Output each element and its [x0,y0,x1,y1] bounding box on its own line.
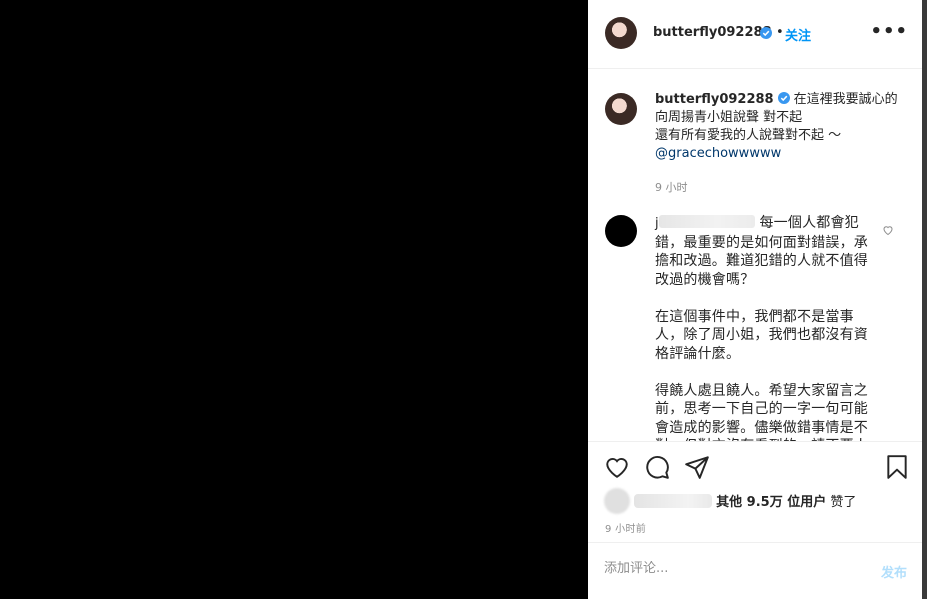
redacted-liker-name [634,494,712,508]
comment-bubble-icon[interactable] [644,454,670,480]
separator-dot: • [776,25,784,40]
redacted-username [658,215,755,228]
author-avatar[interactable] [605,17,637,49]
add-comment-input[interactable] [604,561,854,576]
follow-button[interactable]: 关注 [785,25,811,44]
author-username[interactable]: butterfly092288 [653,25,772,40]
comment-body: j 每一個人都會犯錯，最重要的是如何面對錯誤，承擔和改過。難道犯錯的人就不值得改… [655,214,869,441]
likes-summary[interactable]: 其他 9.5万 位用户 赞了 [634,491,856,510]
post-media[interactable] [0,0,588,599]
verified-badge-icon [760,27,772,39]
commenter-avatar[interactable] [605,215,637,247]
caption-timestamp[interactable]: 9 小时 [655,179,688,195]
post-comment-button[interactable]: 发布 [881,562,907,581]
comments-scroll-area[interactable]: butterfly092288 在這裡我要誠心的向周揚青小姐說聲 對不起 還有所有… [588,69,922,441]
post-side-panel: butterfly092288 • 关注 ••• butterfly092288… [588,0,922,599]
post-timestamp[interactable]: 9 小时前 [605,520,646,535]
save-bookmark-icon[interactable] [884,454,910,480]
comment-paragraph-3: 得饒人處且饒人。希望大家留言之前，思考一下自己的一字一句可能會造成的影響。儘樂做… [655,382,868,442]
post-actions-section: 其他 9.5万 位用户 赞了 9 小时前 发布 [588,441,922,600]
liker-avatar[interactable] [604,488,630,514]
caption-mention-link[interactable]: @gracechowwwww [655,146,781,161]
likes-count-text[interactable]: 其他 9.5万 位用户 [716,495,826,510]
post-header: butterfly092288 • 关注 ••• [588,0,922,69]
like-heart-icon[interactable] [604,454,630,480]
share-paper-plane-icon[interactable] [684,454,710,480]
likes-suffix: 赞了 [826,495,857,510]
background-overlay [922,0,927,599]
caption-username[interactable]: butterfly092288 [655,92,774,107]
more-options-icon[interactable]: ••• [870,23,908,41]
post-caption: butterfly092288 在這裡我要誠心的向周揚青小姐說聲 對不起 還有所有… [655,91,900,163]
verified-badge-icon [777,92,790,104]
comment-paragraph-2: 在這個事件中，我們都不是當事人，除了周小姐，我們也都沒有資格評論什麼。 [655,308,868,362]
caption-text-line2: 還有所有愛我的人說聲對不起 ～ [655,128,842,143]
caption-author-avatar[interactable] [605,93,637,125]
add-comment-bar: 发布 [588,542,922,601]
like-comment-heart-icon[interactable] [882,224,894,236]
